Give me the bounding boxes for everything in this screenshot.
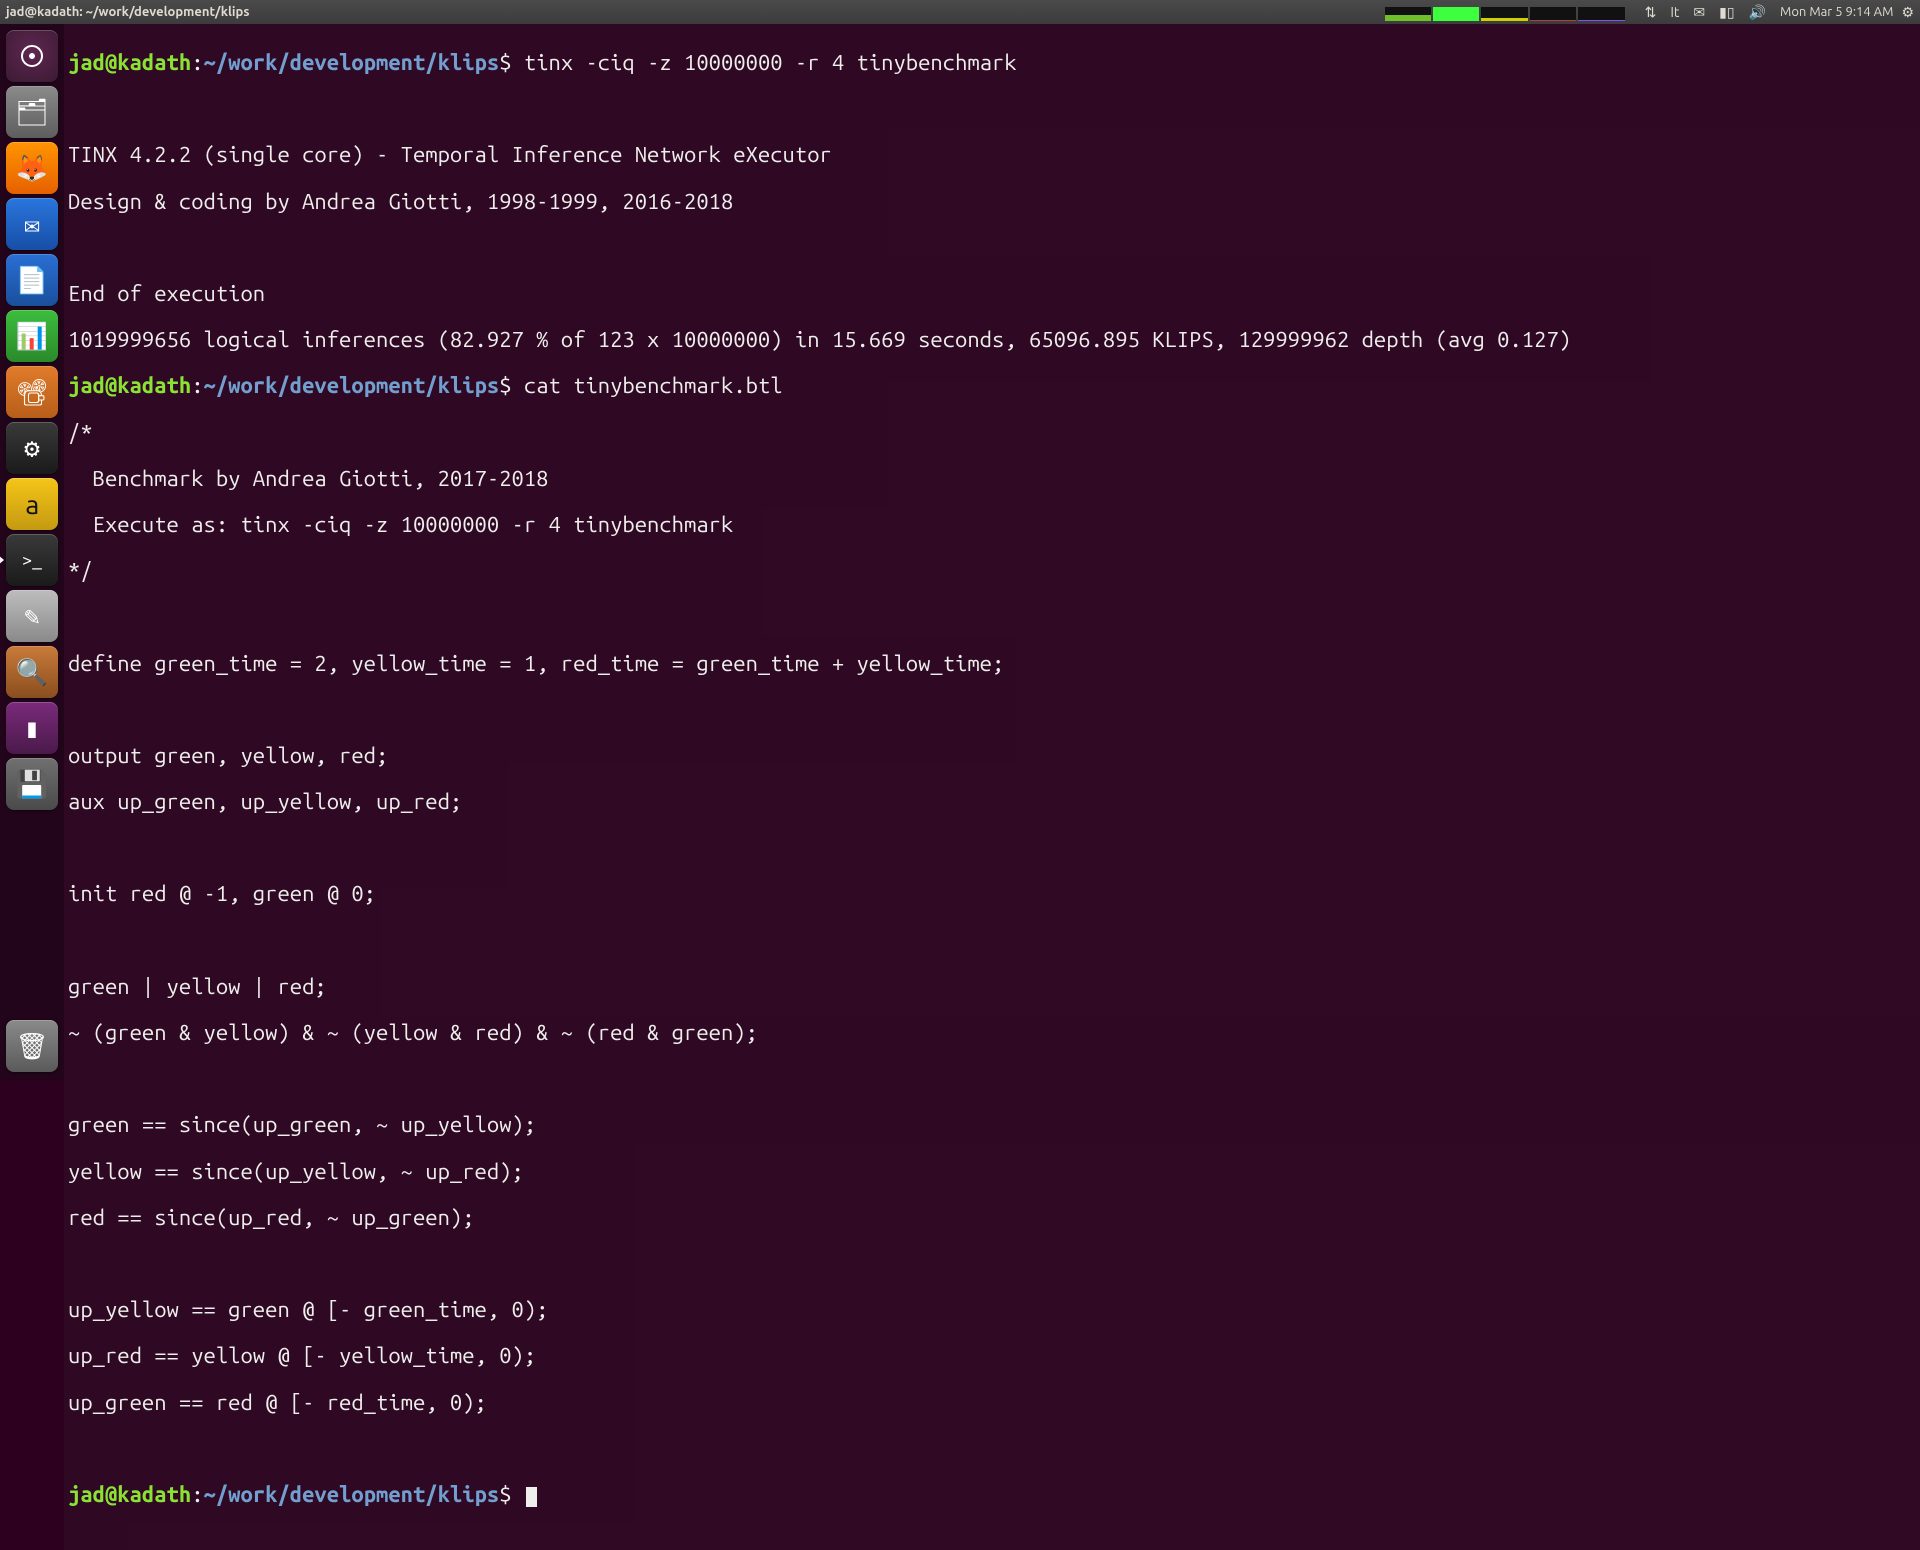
file-line: ~ (green & yellow) & ~ (yellow & red) & …: [68, 1021, 1914, 1044]
volume-icon[interactable]: 🔊: [1749, 4, 1766, 21]
prompt-path: ~/work/development/klips: [204, 1482, 500, 1507]
file-line: define green_time = 2, yellow_time = 1, …: [68, 652, 1914, 675]
prompt-user: jad@kadath: [68, 1482, 191, 1507]
command-1: tinx -ciq -z 10000000 -r 4 tinybenchmark: [524, 50, 1017, 75]
network-icon[interactable]: ⇅: [1645, 4, 1657, 21]
command-2: cat tinybenchmark.btl: [524, 373, 783, 398]
prompt-path: ~/work/development/klips: [204, 373, 500, 398]
output-line: Design & coding by Andrea Giotti, 1998-1…: [68, 190, 1914, 213]
launcher-settings[interactable]: ⚙: [6, 422, 58, 474]
system-monitor-applet[interactable]: [1385, 3, 1625, 21]
output-line: End of execution: [68, 282, 1914, 305]
terminal-window[interactable]: jad@kadath:~/work/development/klips$ tin…: [64, 24, 1920, 1550]
launcher-terminal[interactable]: >_: [6, 534, 58, 586]
indicator-icons: ⇅ It ✉ ▮▯ 🔊: [1645, 4, 1766, 21]
file-line: green == since(up_green, ~ up_yellow);: [68, 1113, 1914, 1136]
file-line: red == since(up_red, ~ up_green);: [68, 1206, 1914, 1229]
launcher-calc[interactable]: 📊: [6, 310, 58, 362]
prompt-end: $: [499, 50, 511, 75]
launcher-text-editor[interactable]: ✎: [6, 590, 58, 642]
messages-icon[interactable]: ✉: [1693, 4, 1705, 21]
launcher-trash[interactable]: 🗑: [6, 1020, 58, 1072]
launcher-thunderbird[interactable]: ✉: [6, 198, 58, 250]
keyboard-layout-indicator[interactable]: It: [1670, 4, 1679, 20]
file-line: Benchmark by Andrea Giotti, 2017-2018: [68, 467, 1914, 490]
prompt-sep: :: [191, 50, 203, 75]
launcher-drive[interactable]: 💾: [6, 758, 58, 810]
file-line: */: [68, 559, 1914, 582]
prompt-path: ~/work/development/klips: [204, 50, 500, 75]
unity-launcher: 🗂 🦊 ✉ 📄 📊 📽 ⚙ a >_ ✎ 🔍 ▮ 💾 🗑: [0, 24, 64, 1080]
file-line: output green, yellow, red;: [68, 744, 1914, 767]
launcher-writer[interactable]: 📄: [6, 254, 58, 306]
prompt-user: jad@kadath: [68, 373, 191, 398]
launcher-files[interactable]: 🗂: [6, 86, 58, 138]
file-line: up_red == yellow @ [- yellow_time, 0);: [68, 1344, 1914, 1367]
launcher-amazon[interactable]: a: [6, 478, 58, 530]
file-line: up_yellow == green @ [- green_time, 0);: [68, 1298, 1914, 1321]
file-line: aux up_green, up_yellow, up_red;: [68, 790, 1914, 813]
launcher-firefox[interactable]: 🦊: [6, 142, 58, 194]
output-line: TINX 4.2.2 (single core) - Temporal Infe…: [68, 143, 1914, 166]
clock[interactable]: Mon Mar 5 9:14 AM: [1780, 5, 1893, 19]
launcher-dash[interactable]: [6, 30, 58, 82]
session-gear-icon[interactable]: ⚙: [1901, 4, 1914, 21]
file-line: Execute as: tinx -ciq -z 10000000 -r 4 t…: [68, 513, 1914, 536]
file-line: yellow == since(up_yellow, ~ up_red);: [68, 1160, 1914, 1183]
file-line: init red @ -1, green @ 0;: [68, 882, 1914, 905]
terminal-cursor: [526, 1487, 537, 1507]
file-line: green | yellow | red;: [68, 975, 1914, 998]
launcher-app-purple[interactable]: ▮: [6, 702, 58, 754]
prompt-user: jad@kadath: [68, 50, 191, 75]
output-line: 1019999656 logical inferences (82.927 % …: [68, 328, 1914, 351]
file-line: up_green == red @ [- red_time, 0);: [68, 1391, 1914, 1414]
file-line: /*: [68, 421, 1914, 444]
launcher-impress[interactable]: 📽: [6, 366, 58, 418]
top-menubar: jad@kadath: ~/work/development/klips ⇅ I…: [0, 0, 1920, 24]
launcher-search[interactable]: 🔍: [6, 646, 58, 698]
window-title: jad@kadath: ~/work/development/klips: [6, 5, 249, 19]
battery-icon[interactable]: ▮▯: [1719, 4, 1734, 21]
